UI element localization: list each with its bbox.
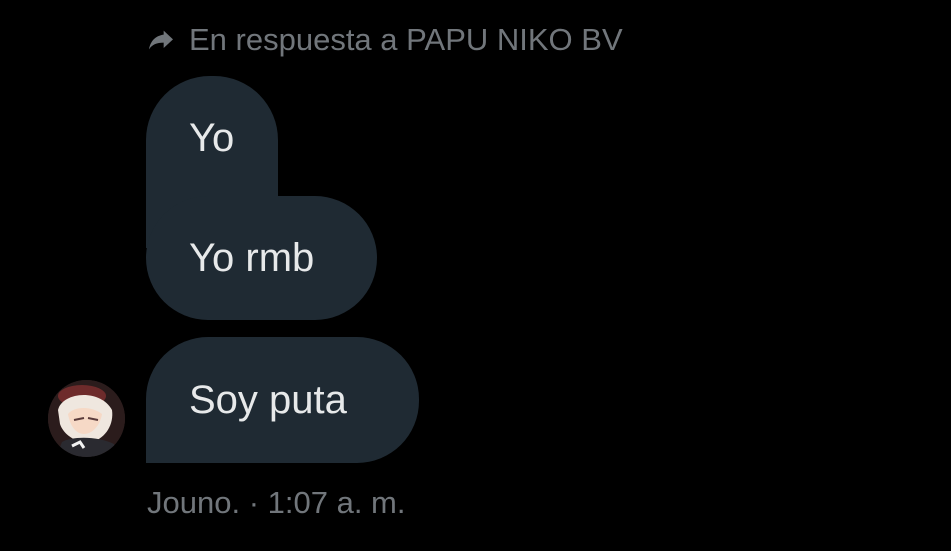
sender-name[interactable]: Jouno. [147, 485, 240, 520]
avatar-image [48, 380, 125, 457]
meta-separator: · [240, 485, 268, 520]
message-bubble[interactable]: Yo rmb [146, 196, 377, 320]
message-text: Soy puta [189, 378, 347, 422]
message-meta: Jouno. · 1:07 a. m. [147, 484, 406, 522]
message-text: Yo rmb [189, 236, 315, 280]
avatar[interactable] [48, 380, 125, 457]
reply-context-text[interactable]: En respuesta a PAPU NIKO BV [189, 22, 623, 58]
message-text: Yo [189, 116, 235, 160]
message-bubble[interactable]: Soy puta [146, 337, 419, 463]
reply-arrow-icon [145, 24, 177, 56]
message-time: 1:07 a. m. [267, 485, 406, 520]
reply-context[interactable]: En respuesta a PAPU NIKO BV [145, 22, 623, 58]
